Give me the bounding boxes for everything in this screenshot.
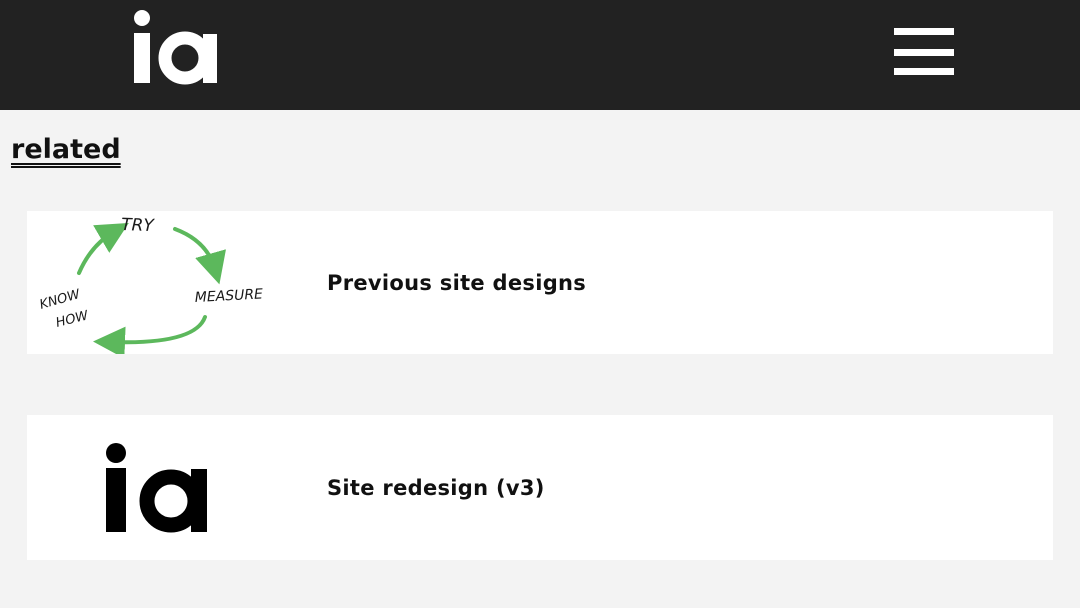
ia-logo-thumbnail — [35, 415, 297, 558]
cycle-label-measure: MEASURE — [194, 286, 263, 306]
related-item-previous-site-designs[interactable]: TRY MEASURE KNOW HOW Previous site desig… — [27, 211, 1053, 359]
related-item-title[interactable]: Previous site designs — [327, 271, 586, 295]
menu-button[interactable] — [888, 22, 960, 82]
related-item-site-redesign-v3[interactable]: Site redesign (v3) — [27, 415, 1053, 560]
ia-logo-icon — [106, 443, 207, 533]
cycle-label-try: TRY — [121, 215, 156, 236]
related-item-title[interactable]: Site redesign (v3) — [327, 476, 545, 500]
site-logo[interactable] — [132, 6, 222, 90]
top-navigation-bar — [0, 0, 1080, 110]
cycle-label-know: KNOW — [38, 287, 83, 313]
related-heading-link[interactable]: related — [11, 134, 121, 165]
ia-logo-icon — [134, 10, 217, 85]
cycle-diagram-thumbnail: TRY MEASURE KNOW HOW — [35, 211, 297, 359]
cycle-label-how: HOW — [54, 308, 91, 331]
